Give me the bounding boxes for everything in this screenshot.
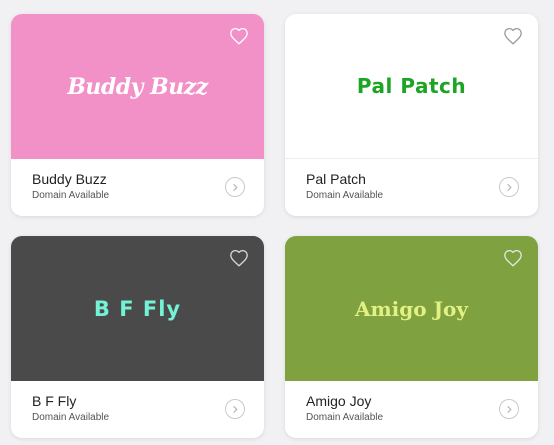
chevron-right-icon bbox=[507, 183, 512, 191]
domain-name: Buddy Buzz bbox=[32, 171, 107, 187]
open-domain-button[interactable] bbox=[499, 399, 519, 419]
logo-wordmark: Amigo Joy bbox=[355, 296, 468, 321]
chevron-right-icon bbox=[233, 405, 238, 413]
heart-outline-icon[interactable] bbox=[229, 249, 249, 267]
domain-status: Domain Available bbox=[32, 190, 110, 201]
domain-status: Domain Available bbox=[306, 190, 384, 201]
logo-banner[interactable]: Buddy Buzz bbox=[11, 14, 264, 159]
open-domain-button[interactable] bbox=[225, 177, 245, 197]
domain-status: Domain Available bbox=[306, 412, 384, 423]
domain-name: Pal Patch bbox=[306, 171, 366, 187]
domain-status: Domain Available bbox=[32, 412, 110, 423]
chevron-right-icon bbox=[233, 183, 238, 191]
logo-banner[interactable]: Amigo Joy bbox=[285, 236, 538, 381]
open-domain-button[interactable] bbox=[225, 399, 245, 419]
chevron-right-icon bbox=[507, 405, 512, 413]
card-info: B F Fly Domain Available bbox=[11, 381, 264, 438]
heart-outline-icon[interactable] bbox=[503, 27, 523, 45]
logo-wordmark: Buddy Buzz bbox=[67, 73, 208, 100]
domain-card-pal-patch[interactable]: Pal Patch Pal Patch Domain Available bbox=[285, 14, 538, 216]
domain-card-grid: Buddy Buzz Buddy Buzz Domain Available P… bbox=[0, 0, 554, 445]
domain-name: B F Fly bbox=[32, 393, 77, 409]
logo-banner[interactable]: B F Fly bbox=[11, 236, 264, 381]
card-info: Buddy Buzz Domain Available bbox=[11, 159, 264, 216]
domain-card-amigo-joy[interactable]: Amigo Joy Amigo Joy Domain Available bbox=[285, 236, 538, 438]
card-info: Pal Patch Domain Available bbox=[285, 159, 538, 216]
open-domain-button[interactable] bbox=[499, 177, 519, 197]
card-info: Amigo Joy Domain Available bbox=[285, 381, 538, 438]
logo-wordmark: B F Fly bbox=[93, 296, 182, 321]
logo-banner[interactable]: Pal Patch bbox=[285, 14, 538, 159]
domain-name: Amigo Joy bbox=[306, 393, 372, 409]
heart-outline-icon[interactable] bbox=[229, 27, 249, 45]
logo-wordmark: Pal Patch bbox=[356, 74, 467, 98]
heart-outline-icon[interactable] bbox=[503, 249, 523, 267]
domain-card-b-f-fly[interactable]: B F Fly B F Fly Domain Available bbox=[11, 236, 264, 438]
domain-card-buddy-buzz[interactable]: Buddy Buzz Buddy Buzz Domain Available bbox=[11, 14, 264, 216]
